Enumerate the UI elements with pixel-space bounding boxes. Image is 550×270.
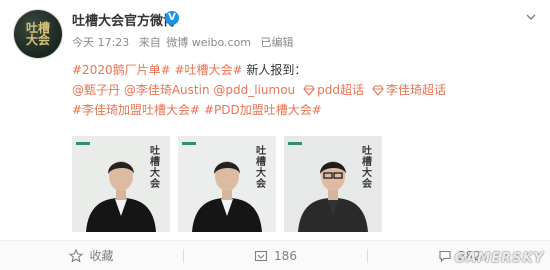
favorite-button[interactable]: 收藏 [0,241,183,270]
post-image-3[interactable]: 吐槽大会 [284,136,382,232]
account-avatar[interactable]: 吐槽大会 [14,10,62,58]
post-source[interactable]: 微博 weibo.com [166,36,251,49]
post-time[interactable]: 今天 17:23 [72,36,129,49]
watermark-logo: GAMERSKY [454,251,544,266]
mention-link[interactable]: @pdd_liumou [213,83,295,97]
poster-title-text: 吐槽大会 [362,146,372,190]
mention-link[interactable]: @甄子丹 [72,83,120,97]
hashtag-link[interactable]: #PDD加盟吐槽大会# [204,103,322,117]
super-topic-label: pdd超话 [317,83,365,97]
repost-icon [254,250,268,261]
post-image-1[interactable]: 吐槽大会 [72,136,170,232]
mention-link[interactable]: @李佳琦Austin [124,83,210,97]
diamond-icon [372,85,384,96]
post-meta: 今天 17:23 来自 微博 weibo.com 已编辑 [72,34,300,50]
edited-label[interactable]: 已编辑 [261,36,294,49]
post-text-line: #2020鹅厂片单# #吐槽大会# 新人报到： [72,60,532,80]
poster-title-text: 吐槽大会 [256,146,266,190]
favorite-label: 收藏 [89,249,114,263]
super-topic-link[interactable]: 李佳琦超话 [372,83,446,97]
hashtag-link[interactable]: #2020鹅厂片单# [72,63,171,77]
repost-count: 186 [274,248,297,263]
post-image-2[interactable]: 吐槽大会 [178,136,276,232]
account-name[interactable]: 吐槽大会官方微博 [72,10,176,29]
chevron-down-icon[interactable] [526,12,536,22]
poster-title-text: 吐槽大会 [150,146,160,190]
avatar-logo-text: 吐槽大会 [25,21,50,47]
hashtag-link[interactable]: #李佳琦加盟吐槽大会# [72,103,200,117]
post-text-segment: 新人报到： [242,63,307,77]
comment-icon [439,250,451,262]
super-topic-label: 李佳琦超话 [386,83,447,97]
super-topic-link[interactable]: pdd超话 [303,83,364,97]
diamond-icon [303,85,315,96]
star-icon [69,248,84,263]
post-text-line: @甄子丹 @李佳琦Austin @pdd_liumou pdd超话 李佳琦超话 [72,80,532,100]
post-text: #2020鹅厂片单# #吐槽大会# 新人报到： @甄子丹 @李佳琦Austin @… [72,60,532,120]
repost-button[interactable]: 186 [184,241,367,270]
verified-badge-icon: V [165,11,179,25]
hashtag-link[interactable]: #吐槽大会# [174,63,242,77]
post-text-line: #李佳琦加盟吐槽大会# #PDD加盟吐槽大会# [72,100,532,120]
post-source-prefix: 来自 [138,36,161,49]
